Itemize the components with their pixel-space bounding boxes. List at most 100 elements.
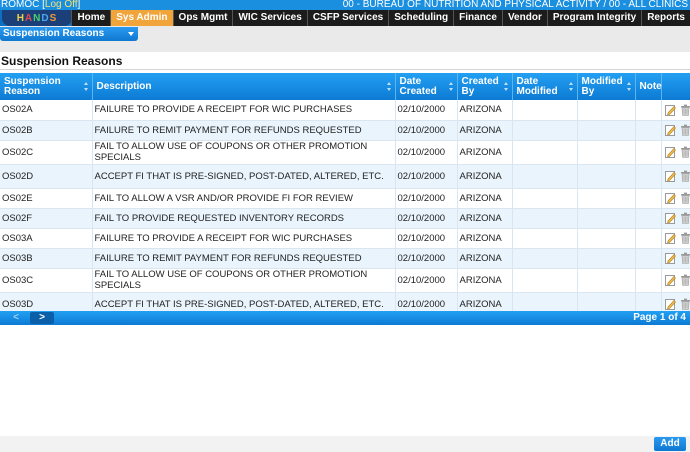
nav-tab-reports[interactable]: Reports	[641, 10, 690, 26]
edit-icon[interactable]	[664, 146, 676, 158]
row-actions	[661, 228, 690, 249]
cell-date-modified	[512, 100, 578, 121]
pager-prev-button[interactable]: <	[4, 312, 28, 324]
column-header-date-modified[interactable]: Date Modified	[512, 73, 578, 100]
cell-modified-by	[577, 120, 636, 141]
cell-created-by: ARIZONA	[457, 120, 513, 141]
sort-icon[interactable]	[503, 82, 509, 91]
user-info: ROMOC [Log Off]	[1, 0, 81, 10]
cell-note	[635, 248, 662, 269]
page-picker-dropdown[interactable]: Suspension Reasons	[0, 27, 138, 41]
trash-icon[interactable]	[680, 146, 690, 158]
cell-note	[635, 228, 662, 249]
cell-date-modified	[512, 268, 578, 293]
column-header-label: Suspension Reason	[4, 75, 61, 97]
divider	[0, 69, 690, 70]
nav-tab-vendor[interactable]: Vendor	[501, 10, 547, 26]
cell-description: FAILURE TO PROVIDE A RECEIPT FOR WIC PUR…	[92, 100, 396, 121]
cell-note	[635, 140, 662, 165]
cell-date-modified	[512, 208, 578, 229]
cell-date-created: 02/10/2000	[395, 228, 458, 249]
cell-note	[635, 268, 662, 293]
edit-icon[interactable]	[664, 232, 676, 244]
trash-icon[interactable]	[680, 298, 690, 310]
cell-reason: OS02E	[0, 188, 93, 209]
edit-icon[interactable]	[664, 274, 676, 286]
sort-icon[interactable]	[386, 82, 392, 91]
nav-tab-csfp-services[interactable]: CSFP Services	[306, 10, 389, 26]
app-logo[interactable]: HANDS	[2, 10, 72, 26]
cell-modified-by	[577, 208, 636, 229]
edit-icon[interactable]	[664, 124, 676, 136]
nav-tab-finance[interactable]: Finance	[453, 10, 502, 26]
cell-date-created: 02/10/2000	[395, 248, 458, 269]
trash-icon[interactable]	[680, 124, 690, 136]
row-actions	[661, 140, 690, 165]
trash-icon[interactable]	[680, 274, 690, 286]
cell-description: FAILURE TO REMIT PAYMENT FOR REFUNDS REQ…	[92, 248, 396, 269]
sort-icon[interactable]	[83, 82, 89, 91]
cell-reason: OS02B	[0, 120, 93, 141]
column-header-created-by[interactable]: Created By	[457, 73, 513, 100]
nav-tab-sys-admin[interactable]: Sys Admin	[110, 10, 173, 26]
table-row: OS03B FAILURE TO REMIT PAYMENT FOR REFUND…	[0, 248, 690, 269]
trash-icon[interactable]	[680, 170, 690, 182]
cell-date-created: 02/10/2000	[395, 188, 458, 209]
sort-icon[interactable]	[568, 82, 574, 91]
edit-icon[interactable]	[664, 212, 676, 224]
cell-date-created: 02/10/2000	[395, 268, 458, 293]
nav-tab-wic-services[interactable]: WIC Services	[232, 10, 307, 26]
trash-icon[interactable]	[680, 212, 690, 224]
cell-modified-by	[577, 268, 636, 293]
nav-tab-home[interactable]: Home	[71, 10, 111, 26]
edit-icon[interactable]	[664, 252, 676, 264]
cell-reason: OS03A	[0, 228, 93, 249]
nav-tab-program-integrity[interactable]: Program Integrity	[546, 10, 642, 26]
table-row: OS03A FAILURE TO PROVIDE A RECEIPT FOR WI…	[0, 228, 690, 249]
cell-date-created: 02/10/2000	[395, 120, 458, 141]
cell-note	[635, 100, 662, 121]
column-header-modified-by[interactable]: Modified By	[577, 73, 636, 100]
pager-next-button[interactable]: >	[30, 312, 54, 324]
cell-description: FAILURE TO REMIT PAYMENT FOR REFUNDS REQ…	[92, 120, 396, 141]
trash-icon[interactable]	[680, 252, 690, 264]
column-header-note[interactable]: Note	[635, 73, 662, 100]
column-header-suspension-reason[interactable]: Suspension Reason	[0, 73, 93, 100]
edit-icon[interactable]	[664, 192, 676, 204]
table-row: OS02D ACCEPT FI THAT IS PRE-SIGNED, POST-…	[0, 164, 690, 189]
column-header-label: Date Created	[399, 75, 437, 97]
cell-reason: OS02A	[0, 100, 93, 121]
nav-tab-scheduling[interactable]: Scheduling	[388, 10, 454, 26]
trash-icon[interactable]	[680, 232, 690, 244]
sort-icon[interactable]	[626, 82, 632, 91]
nav-tab-ops-mgmt[interactable]: Ops Mgmt	[172, 10, 233, 26]
logoff-link[interactable]: Log Off	[45, 0, 78, 10]
column-header-label: Note	[639, 80, 662, 92]
trash-icon[interactable]	[680, 192, 690, 204]
column-header-actions	[661, 73, 690, 100]
trash-icon[interactable]	[680, 104, 690, 116]
add-button[interactable]: Add	[654, 437, 686, 451]
cell-modified-by	[577, 248, 636, 269]
cell-reason: OS02F	[0, 208, 93, 229]
cell-modified-by	[577, 188, 636, 209]
table-row: OS02E FAIL TO ALLOW A VSR AND/OR PROVIDE …	[0, 188, 690, 209]
cell-created-by: ARIZONA	[457, 140, 513, 165]
column-header-date-created[interactable]: Date Created	[395, 73, 458, 100]
column-header-label: Modified By	[581, 75, 623, 97]
logo-letter: D	[41, 12, 50, 24]
table-row: OS02C FAIL TO ALLOW USE OF COUPONS OR OTH…	[0, 140, 690, 165]
edit-icon[interactable]	[664, 170, 676, 182]
edit-icon[interactable]	[664, 104, 676, 116]
edit-icon[interactable]	[664, 298, 676, 310]
cell-date-modified	[512, 228, 578, 249]
username: ROMOC	[1, 0, 40, 10]
footer-bar	[0, 436, 690, 452]
logo-letter: A	[24, 12, 34, 24]
cell-created-by: ARIZONA	[457, 208, 513, 229]
sort-icon[interactable]	[448, 82, 454, 91]
table-row: OS03C FAIL TO ALLOW USE OF COUPONS OR OTH…	[0, 268, 690, 293]
column-header-description[interactable]: Description	[92, 73, 396, 100]
cell-date-created: 02/10/2000	[395, 164, 458, 189]
cell-note	[635, 208, 662, 229]
